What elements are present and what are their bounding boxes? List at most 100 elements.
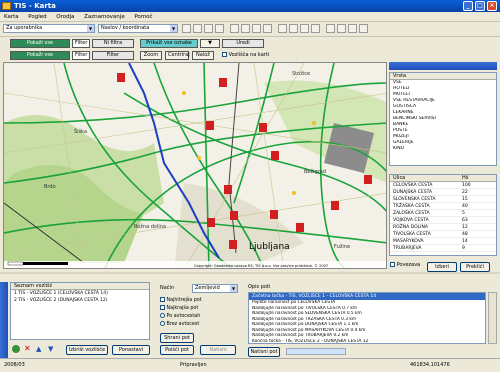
settings-icon[interactable] [348,24,357,33]
home-icon[interactable] [215,24,224,33]
link-check-label: Povezava [396,262,421,268]
edit-button[interactable]: Uredi [222,39,264,48]
link-check[interactable]: Povezava [390,262,420,268]
print-icon[interactable] [230,24,239,33]
nodes-on-map-check[interactable]: Vozlišča na karti [222,52,269,58]
address-street: SLOVENSKA CESTA [393,197,436,202]
layer-icon[interactable] [278,24,287,33]
cancel-button[interactable]: Prekliči [460,262,490,272]
side-tab[interactable] [0,282,8,358]
markers-edit-button[interactable]: ▼ [200,39,220,48]
filter-layer1-button[interactable]: Filter [72,39,90,48]
map-place-stozice: Stožice [292,70,310,77]
close-button[interactable]: × [487,1,497,11]
splitter[interactable] [0,272,500,274]
menu-bar: Karta Pogled Orodja Zaznamovanje Pomoč [0,12,500,22]
menu-pomoc[interactable]: Pomoč [130,12,156,22]
address-number: 100 [462,183,471,188]
menu-pogled[interactable]: Pogled [24,12,50,22]
right-panel-caption [389,62,497,70]
save-route-button[interactable]: Shrani pot [160,333,194,343]
reset-button[interactable]: Ponastavi [112,345,150,355]
node-list[interactable]: Seznam vozlišč 1 TIS - VOZLIŠČE 1 (CELOV… [10,282,150,340]
delete-node-button[interactable]: Izbriši vozlišče [66,345,108,355]
option-no-highways[interactable]: Brez avtocest [160,321,202,329]
up-icon[interactable]: ▲ [36,345,44,353]
address-number: 9 [462,246,465,251]
pan-icon[interactable] [204,24,213,33]
address-table[interactable]: Ulica Hš CELOVŠKA CESTA 100 DUNAJSKA CESTA… [389,174,497,256]
zoom-in-icon[interactable] [182,24,191,33]
address-street: TRŽAŠKA CESTA [393,204,430,209]
help-icon[interactable] [359,24,368,33]
down-icon[interactable]: ▼ [48,345,56,353]
poi-type-item[interactable]: KINO [390,146,496,152]
address-row[interactable]: TIVOLSKA CESTA 48 [390,231,496,238]
zoom-button[interactable]: Zoom [140,51,162,60]
measure-icon[interactable] [263,24,272,33]
address-row[interactable]: ROŽNA DOLINA 12 [390,224,496,231]
address-row[interactable]: VOJKOVA CESTA 63 [390,217,496,224]
load-button[interactable]: Nalož [192,51,214,60]
find-route-button[interactable]: Poišči pot [160,345,194,355]
checkbox[interactable] [160,297,165,302]
select-icon[interactable] [252,24,261,33]
map-view[interactable]: Ljubljana Stožice Šiška Brdo Rožna dolin… [3,62,387,269]
print-button[interactable]: Natisni [200,345,236,355]
user-combo[interactable]: Za uporabnika ▼ [3,24,95,33]
address-row[interactable]: MASARYKOVA 14 [390,238,496,245]
option-shortest[interactable]: Najkrajša pot [160,305,202,313]
print-route-button[interactable]: Natisni pot [248,347,280,357]
map-canvas[interactable]: Ljubljana Stožice Šiška Brdo Rožna dolin… [4,63,387,269]
address-row[interactable]: CELOVŠKA CESTA 100 [390,182,496,189]
chevron-down-icon: ▼ [87,25,94,32]
menu-karta[interactable]: Karta [0,12,23,22]
add-icon[interactable] [12,345,20,353]
poi-type-list[interactable]: Vrsta VSE HOTELI MOTELI VSE RESTAVRACIJE GOS… [389,72,497,166]
address-row[interactable]: TRŽAŠKA CESTA 40 [390,203,496,210]
flag-icon[interactable] [300,24,309,33]
info-icon[interactable] [311,24,320,33]
refresh-icon[interactable] [337,24,346,33]
address-row[interactable]: DUNAJSKA CESTA 22 [390,189,496,196]
show-all-layer2-button[interactable]: Pokaži vse [10,51,70,60]
node-row[interactable]: 2 TIS - VOZLIŠČE 2 (DUNAJSKA CESTA 12) [11,297,149,304]
address-row[interactable]: ZALOŠKA CESTA 5 [390,210,496,217]
select-button[interactable]: Izberi [427,262,457,272]
col-number-header: Hš [462,175,469,181]
node-row[interactable]: 1 TIS - VOZLIŠČE 1 (CELOVŠKA CESTA 14) [11,290,149,297]
route-description-list[interactable]: Začetna točka - TIS, VOZLIŠČE 1 - CELOVŠ… [248,292,486,344]
address-street: MASARYKOVA [393,239,424,244]
route-step-selected[interactable]: Začetna točka - TIS, VOZLIŠČE 1 - CELOVŠ… [249,293,485,300]
route-step[interactable]: Končna točka - TIS, VOZLIŠČE 2 - DUNAJSK… [249,339,485,344]
route-options: Najhitrejša pot Najkrajša pot Po avtoces… [160,297,202,329]
menu-orodja[interactable]: Orodja [52,12,78,22]
checkbox[interactable] [390,262,395,267]
option-fastest[interactable]: Najhitrejša pot [160,297,202,305]
mode-combo[interactable]: Zemljevid ▼ [192,284,238,293]
zoom-out-icon[interactable] [193,24,202,33]
minimize-button[interactable]: _ [463,1,473,11]
radio[interactable] [160,313,165,318]
filter-layer2-button[interactable]: Filter [72,51,90,60]
address-combo[interactable]: Naslov / koordinata ▼ [98,24,178,33]
maximize-button[interactable]: □ [475,1,485,11]
show-markers-button[interactable]: Prikaži vse oznake [140,39,198,48]
option-highways[interactable]: Po avtocestah [160,313,202,321]
status-date: 2008/03 [4,362,25,368]
scrollbar[interactable] [488,292,497,344]
filter-layer2-value[interactable]: Filter [92,51,134,60]
address-row[interactable]: TRUBARJEVA 9 [390,245,496,252]
save-icon[interactable] [241,24,250,33]
search-icon[interactable] [326,24,335,33]
radio[interactable] [160,321,165,326]
no-filter-button[interactable]: Ni filtra [92,39,134,48]
delete-icon[interactable]: ✕ [24,345,32,353]
checkbox[interactable] [222,52,227,57]
address-row[interactable]: SLOVENSKA CESTA 15 [390,196,496,203]
route-icon[interactable] [289,24,298,33]
checkbox[interactable] [160,305,165,310]
show-all-layer1-button[interactable]: Pokaži vse [10,39,70,48]
center-button[interactable]: Centriraj [165,51,190,60]
menu-zaznamovanje[interactable]: Zaznamovanje [80,12,129,22]
